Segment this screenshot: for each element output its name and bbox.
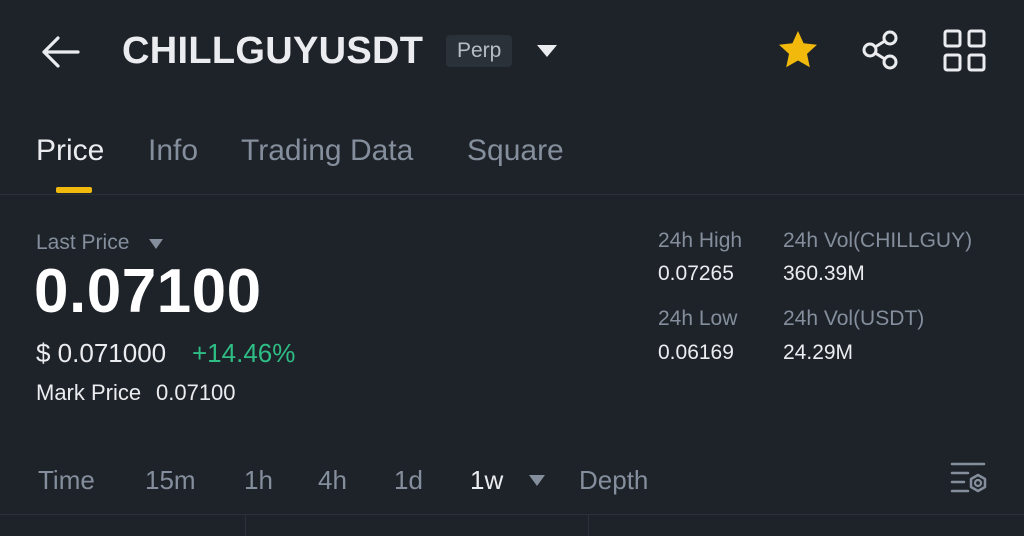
star-icon[interactable] [776, 28, 820, 72]
mark-price-label: Mark Price [36, 380, 142, 405]
vol-base-value: 360.39M [783, 262, 865, 285]
interval-1w[interactable]: 1w [470, 464, 503, 496]
low-24h-label: 24h Low [658, 307, 738, 330]
last-price-label[interactable]: Last Price [36, 230, 129, 256]
tab-square[interactable]: Square [467, 132, 564, 170]
caret-down-icon[interactable] [528, 474, 546, 487]
tabs-divider [0, 194, 1024, 195]
interval-15m[interactable]: 15m [145, 464, 196, 496]
caret-down-icon[interactable] [536, 43, 558, 59]
interval-4h[interactable]: 4h [318, 464, 347, 496]
vol-quote-value: 24.29M [783, 341, 854, 364]
last-price-value: 0.07100 [34, 257, 262, 326]
mark-price-value: 0.07100 [156, 380, 236, 405]
tab-info[interactable]: Info [148, 132, 198, 170]
chart-top-border [0, 514, 1024, 515]
caret-down-icon[interactable] [148, 237, 164, 249]
grid-menu-icon[interactable] [942, 28, 988, 74]
high-24h-value: 0.07265 [658, 262, 734, 285]
share-icon[interactable] [859, 28, 903, 72]
interval-time[interactable]: Time [38, 464, 95, 496]
chart-settings-icon[interactable] [950, 461, 988, 497]
vol-base-label: 24h Vol(CHILLGUY) [783, 229, 973, 252]
chart-gridline [245, 515, 246, 536]
price-change-percent: +14.46% [192, 338, 296, 368]
back-arrow-icon[interactable] [38, 32, 82, 72]
contract-type-badge: Perp [446, 35, 513, 67]
vol-quote-label: 24h Vol(USDT) [783, 307, 925, 330]
interval-depth[interactable]: Depth [579, 464, 648, 496]
interval-1d[interactable]: 1d [394, 464, 423, 496]
symbol-title[interactable]: CHILLGUYUSDT [122, 28, 423, 74]
active-tab-indicator [56, 187, 92, 193]
high-24h-label: 24h High [658, 229, 743, 252]
chart-gridline [588, 515, 589, 536]
low-24h-value: 0.06169 [658, 341, 734, 364]
usd-value: $ 0.071000 [36, 338, 167, 368]
tab-trading-data[interactable]: Trading Data [241, 132, 413, 170]
tab-price[interactable]: Price [36, 132, 104, 170]
interval-1h[interactable]: 1h [244, 464, 273, 496]
